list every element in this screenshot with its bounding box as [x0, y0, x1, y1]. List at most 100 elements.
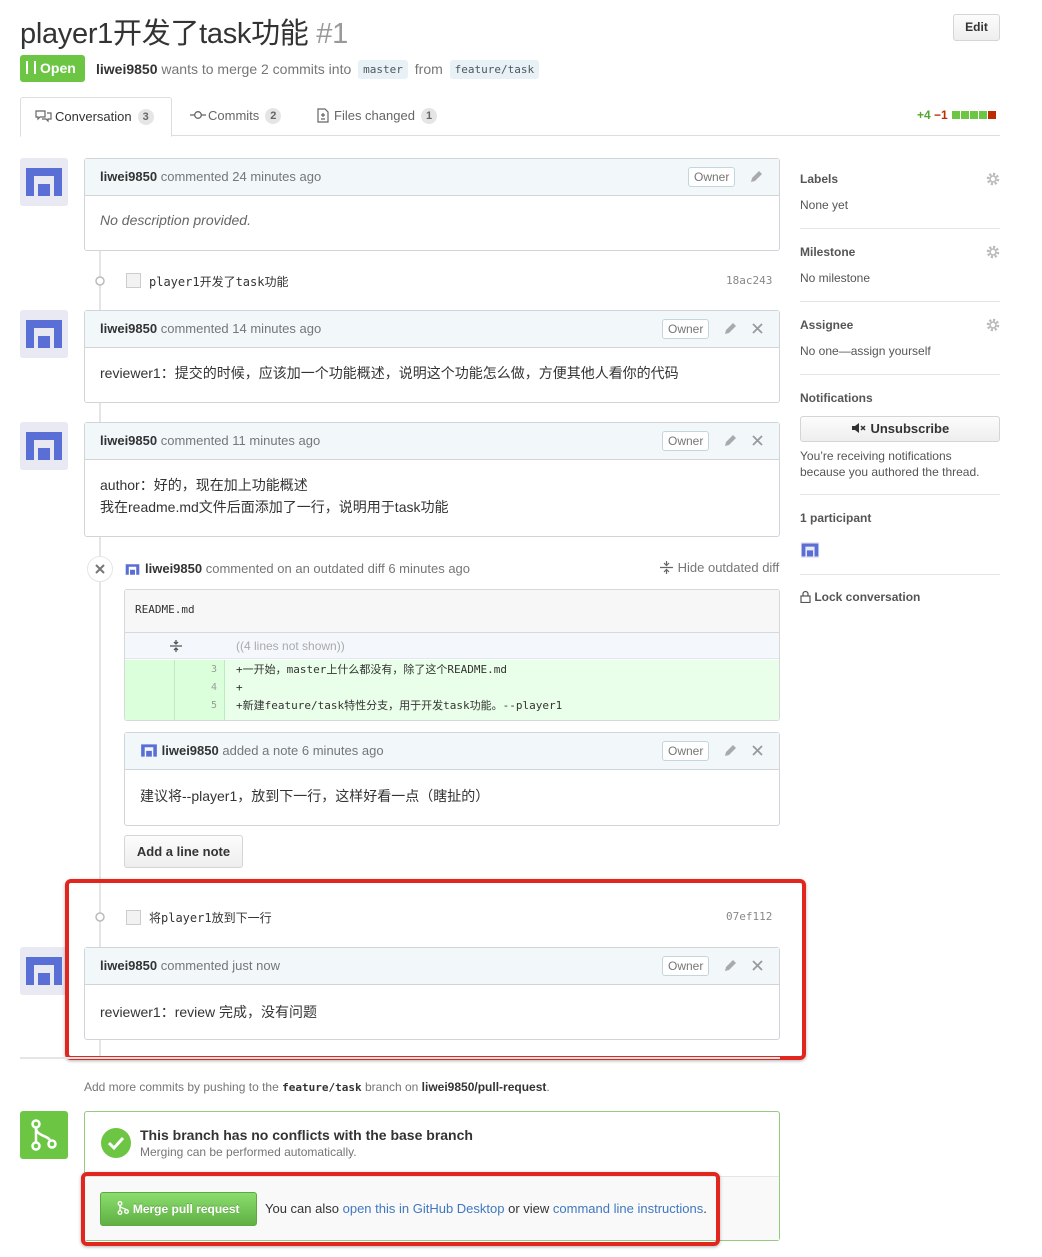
line-note-box: liwei9850 added a note 6 minutes ago Own…	[124, 732, 780, 826]
avatar[interactable]	[20, 422, 68, 470]
tab-commits[interactable]: Commits 2	[190, 97, 282, 136]
labels-value: None yet	[800, 198, 849, 212]
tab-conversation-count: 3	[137, 109, 154, 125]
code-line: +新建feature/task特性分支，用于开发task功能。--player1	[236, 699, 563, 712]
assignee-value[interactable]: No one—assign yourself	[800, 344, 931, 358]
avatar[interactable]	[20, 947, 68, 995]
gear-icon[interactable]	[986, 318, 1000, 332]
diff-file-name: README.md	[125, 590, 779, 633]
merge-icon-box	[20, 1111, 68, 1159]
outdated-author[interactable]: liwei9850	[145, 561, 202, 576]
comment-header: liwei9850 commented 24 minutes ago Owner	[85, 159, 779, 196]
labels-heading: Labels	[800, 172, 839, 186]
git-merge-icon	[31, 1119, 57, 1151]
expand-icon[interactable]	[169, 639, 183, 653]
head-branch[interactable]: feature/task	[449, 60, 540, 79]
check-icon	[101, 1128, 131, 1158]
add-more-end: .	[546, 1080, 550, 1094]
line-note-header: liwei9850 added a note 6 minutes ago Own…	[125, 733, 779, 770]
timeline-divider	[20, 1057, 780, 1059]
state-label: Open	[40, 60, 76, 76]
comment-action: commented	[160, 321, 229, 336]
small-avatar-icon[interactable]	[125, 563, 140, 576]
owner-badge: Owner	[688, 167, 736, 187]
comment-time[interactable]: 24 minutes ago	[232, 169, 321, 184]
comment-box: liwei9850 commented 24 minutes ago Owner…	[84, 158, 780, 251]
diff-line-numbers: 3 4 5	[175, 660, 217, 715]
diffstat-added: +4	[917, 108, 931, 122]
fold-icon	[660, 561, 673, 574]
comment-line: author：好的，现在加上功能概述	[100, 477, 308, 493]
note-action: added a note	[222, 743, 299, 758]
hide-outdated-diff-button[interactable]: Hide outdated diff	[659, 560, 779, 575]
tab-commits-label: Commits	[208, 108, 260, 123]
outdated-text: commented on an outdated diff 6 minutes …	[205, 561, 471, 576]
outdated-marker	[87, 556, 113, 582]
comment-author[interactable]: liwei9850	[100, 433, 157, 448]
close-icon[interactable]	[751, 434, 764, 447]
pencil-icon[interactable]	[723, 743, 738, 758]
close-icon[interactable]	[751, 322, 764, 335]
diff-added-block: 3 4 5 +一开始，master上什么都没有，除了这个README.md + …	[125, 660, 779, 720]
unsubscribe-button[interactable]: Unsubscribe	[800, 416, 1000, 442]
sidebar-divider	[800, 374, 1000, 375]
base-branch[interactable]: master	[358, 60, 408, 79]
tab-commits-count: 2	[265, 108, 282, 124]
mute-icon	[851, 423, 866, 433]
diff-expander-row[interactable]: ((4 lines not shown))	[125, 633, 779, 659]
pencil-icon[interactable]	[723, 321, 738, 336]
pencil-icon[interactable]	[723, 433, 738, 448]
commit-icon	[190, 111, 206, 119]
add-line-note-button[interactable]: Add a line note	[124, 835, 243, 868]
participant-avatar[interactable]	[800, 542, 820, 558]
tab-conversation[interactable]: Conversation 3	[20, 97, 172, 137]
hide-outdated-label: Hide outdated diff	[677, 560, 780, 575]
commit-message[interactable]: player1开发了task功能	[149, 273, 288, 290]
note-author[interactable]: liwei9850	[162, 743, 219, 758]
merge-subtitle: Merging can be performed automatically.	[140, 1145, 357, 1159]
avatar[interactable]	[20, 158, 68, 206]
author-link[interactable]: liwei9850	[96, 61, 158, 77]
file-diff-icon	[317, 108, 329, 123]
owner-badge: Owner	[662, 741, 710, 761]
comment-time[interactable]: 11 minutes ago	[232, 433, 320, 448]
note-time[interactable]: 6 minutes ago	[302, 743, 384, 758]
gear-icon[interactable]	[986, 172, 1000, 186]
close-icon[interactable]	[751, 744, 764, 757]
highlight-box	[65, 879, 806, 1060]
comment-time[interactable]: 14 minutes ago	[232, 321, 321, 336]
commit-dot-icon	[95, 276, 105, 286]
comment-author[interactable]: liwei9850	[100, 321, 157, 336]
edit-button[interactable]: Edit	[953, 14, 1000, 41]
avatar[interactable]	[20, 310, 68, 358]
diffstat-block	[988, 111, 997, 119]
commit-sha[interactable]: 18ac243	[726, 274, 772, 287]
add-more-text: Add more commits by pushing to the	[84, 1080, 279, 1094]
pencil-icon[interactable]	[749, 169, 764, 184]
participants-heading: 1 participant	[800, 511, 872, 525]
pull-request-icon	[26, 61, 36, 74]
notifications-heading: Notifications	[800, 391, 873, 405]
outdated-header: liwei9850 commented on an outdated diff …	[145, 561, 470, 576]
hidden-lines-label: ((4 lines not shown))	[236, 639, 345, 653]
diff-container: README.md ((4 lines not shown)) 3 4 5 +一…	[124, 589, 780, 721]
tab-files-label: Files changed	[334, 108, 415, 123]
line-number: 3	[210, 664, 217, 675]
diffstat-block	[961, 111, 970, 119]
comment-body: author：好的，现在加上功能概述 我在readme.md文件后面添加了一行，…	[85, 460, 779, 518]
comment-body: No description provided.	[100, 212, 251, 228]
comment-author[interactable]: liwei9850	[100, 169, 157, 184]
add-more-commits: Add more commits by pushing to the featu…	[84, 1080, 550, 1094]
notification-line: You’re receiving notifications	[800, 449, 952, 463]
lock-icon	[800, 590, 811, 604]
lock-conversation-button[interactable]: Lock conversation	[800, 590, 920, 604]
unsubscribe-label: Unsubscribe	[870, 421, 950, 436]
gear-icon[interactable]	[986, 245, 1000, 259]
tab-files-changed[interactable]: Files changed 1	[317, 97, 438, 136]
line-number: 4	[210, 682, 217, 693]
line-note-body: 建议将--player1，放到下一行，这样好看一点（瞎扯的）	[140, 788, 490, 804]
lock-label: Lock conversation	[814, 590, 921, 604]
comment-action: commented	[160, 433, 229, 448]
branch-name: feature/task	[282, 1081, 362, 1094]
small-avatar-icon[interactable]	[140, 743, 158, 758]
